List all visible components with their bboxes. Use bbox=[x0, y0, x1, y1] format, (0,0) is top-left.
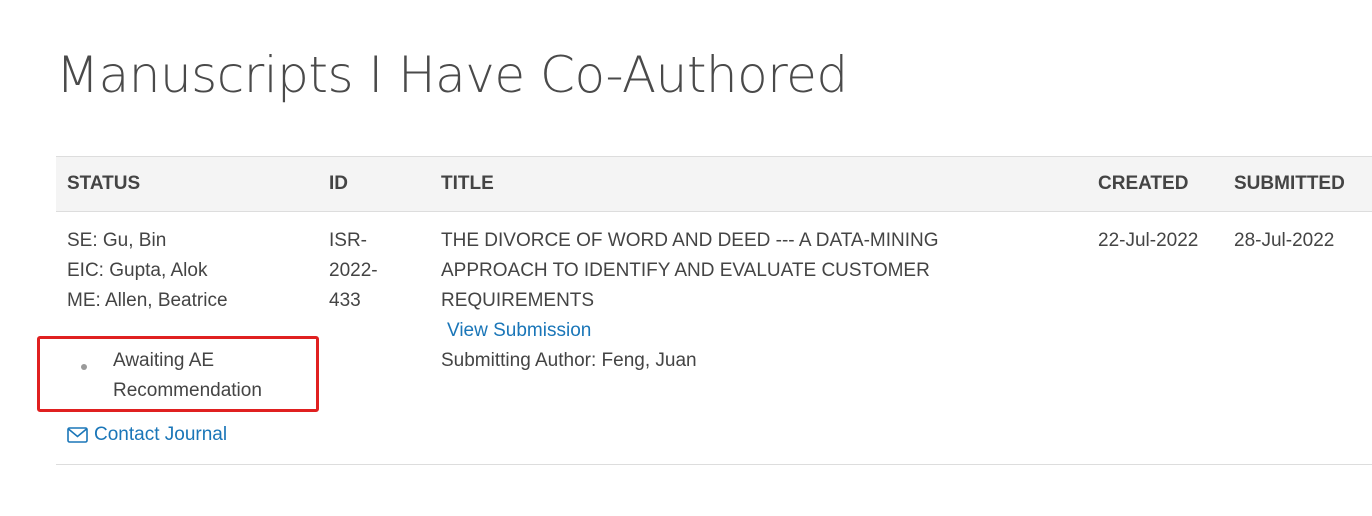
title-cell: THE DIVORCE OF WORD AND DEED --- A DATA-… bbox=[430, 212, 1087, 465]
manuscripts-table-container: STATUS ID TITLE CREATED SUBMITTED SE: Gu… bbox=[37, 156, 1372, 465]
envelope-icon bbox=[67, 427, 88, 443]
created-date: 22-Jul-2022 bbox=[1098, 230, 1199, 251]
id-cell: ISR- 2022- 433 bbox=[318, 212, 430, 465]
submitting-author: Submitting Author: Feng, Juan bbox=[441, 350, 697, 371]
column-header-title: TITLE bbox=[441, 173, 494, 194]
manuscripts-table: STATUS ID TITLE CREATED SUBMITTED SE: Gu… bbox=[37, 156, 1372, 465]
column-header-submitted: SUBMITTED bbox=[1234, 173, 1345, 194]
contact-journal-label[interactable]: Contact Journal bbox=[94, 420, 227, 450]
submitted-date: 28-Jul-2022 bbox=[1234, 230, 1335, 251]
bullet-icon bbox=[81, 364, 87, 370]
table-row: SE: Gu, Bin EIC: Gupta, Alok ME: Allen, … bbox=[37, 212, 1372, 465]
column-header-created: CREATED bbox=[1098, 173, 1189, 194]
status-highlight-box: Awaiting AE Recommendation bbox=[37, 336, 319, 412]
table-header-row: STATUS ID TITLE CREATED SUBMITTED bbox=[56, 156, 1372, 212]
created-cell: 22-Jul-2022 bbox=[1087, 212, 1223, 465]
contact-journal-link[interactable]: Contact Journal bbox=[67, 420, 318, 450]
status-cell: SE: Gu, Bin EIC: Gupta, Alok ME: Allen, … bbox=[37, 212, 319, 465]
manuscript-id-part: 2022- bbox=[329, 260, 378, 281]
view-submission-link[interactable]: View Submission bbox=[441, 316, 1087, 346]
column-header-id: ID bbox=[329, 173, 348, 194]
submitted-cell: 28-Jul-2022 bbox=[1223, 212, 1372, 465]
editor-se: SE: Gu, Bin bbox=[67, 230, 167, 251]
editor-eic: EIC: Gupta, Alok bbox=[67, 260, 208, 281]
manuscript-id-part: 433 bbox=[329, 290, 361, 311]
editor-me: ME: Allen, Beatrice bbox=[67, 290, 228, 311]
page-title: Manuscripts I Have Co-Authored bbox=[56, 46, 848, 104]
manuscript-title: THE DIVORCE OF WORD AND DEED --- A DATA-… bbox=[441, 230, 939, 311]
manuscript-status: Awaiting AE Recommendation bbox=[113, 350, 262, 401]
column-header-status: STATUS bbox=[67, 173, 141, 194]
manuscript-id-part: ISR- bbox=[329, 230, 367, 251]
